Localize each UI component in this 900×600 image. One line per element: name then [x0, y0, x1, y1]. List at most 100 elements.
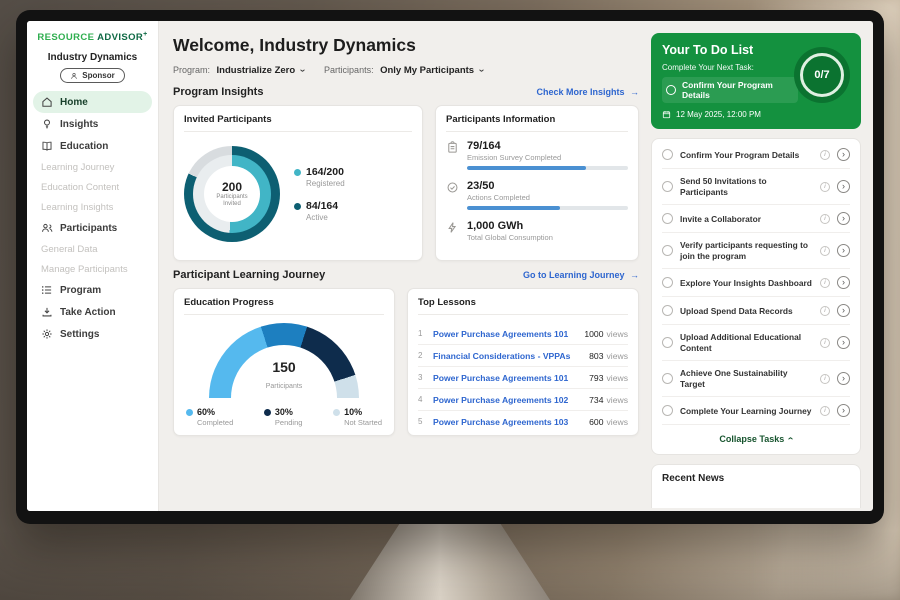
download-icon	[41, 306, 53, 318]
legend-item-pending: 30% Pending	[264, 407, 303, 427]
task-row[interactable]: Invite a Collaborator i ›	[662, 205, 850, 233]
legend-item-active: 84/164 Active	[294, 200, 345, 222]
dashboard-screen: RESOURCE ADVISOR+ Industry Dynamics Spon…	[27, 21, 873, 511]
monitor-bezel: RESOURCE ADVISOR+ Industry Dynamics Spon…	[16, 10, 884, 524]
program-filter[interactable]: Program: Industrialize Zero ›	[173, 65, 304, 76]
sidebar-item-learning-insights[interactable]: Learning Insights	[27, 197, 158, 217]
sidebar-item-education[interactable]: Education	[27, 135, 158, 157]
checkbox-icon[interactable]	[662, 181, 673, 192]
energy-icon	[446, 221, 459, 234]
todo-due-date-label: 12 May 2025, 12:00 PM	[676, 110, 761, 119]
sidebar: RESOURCE ADVISOR+ Industry Dynamics Spon…	[27, 21, 159, 511]
checkbox-icon[interactable]	[662, 277, 673, 288]
info-icon: i	[820, 278, 830, 288]
sidebar-item-program[interactable]: Program	[27, 279, 158, 301]
checkbox-icon[interactable]	[662, 305, 673, 316]
task-row[interactable]: Achieve One Sustainability Target i ›	[662, 361, 850, 397]
participants-filter-value: Only My Participants	[380, 65, 474, 76]
sidebar-item-home[interactable]: Home	[33, 91, 152, 113]
todo-progress-value: 0/7	[800, 53, 844, 97]
sidebar-item-manage-participants[interactable]: Manage Participants	[27, 259, 158, 279]
checkbox-icon[interactable]	[662, 373, 673, 384]
checkbox-icon[interactable]	[662, 245, 673, 256]
chevron-right-icon[interactable]: ›	[837, 180, 850, 193]
calendar-icon	[662, 110, 671, 119]
actions-completed-progressbar	[467, 206, 628, 210]
task-row[interactable]: Send 50 Invitations to Participants i ›	[662, 169, 850, 205]
lesson-link[interactable]: Power Purchase Agreements 102	[433, 395, 579, 405]
lesson-views-value: 734	[589, 395, 603, 405]
education-progress-card: Education Progress 150 Participants 60% …	[173, 288, 395, 436]
sidebar-item-general-data[interactable]: General Data	[27, 239, 158, 259]
task-row[interactable]: Complete Your Learning Journey i ›	[662, 397, 850, 425]
lesson-views-unit: views	[607, 329, 629, 339]
todo-next-task[interactable]: Confirm Your Program Details	[662, 77, 798, 103]
legend-dot	[294, 169, 301, 176]
legend-value: 10%	[344, 407, 362, 417]
legend-value: 164/200	[306, 166, 344, 178]
task-row[interactable]: Explore Your Insights Dashboard i ›	[662, 269, 850, 297]
chevron-right-icon[interactable]: ›	[837, 304, 850, 317]
actions-completed-value: 23/50	[467, 180, 628, 192]
sponsor-badge[interactable]: Sponsor	[60, 68, 124, 83]
sidebar-item-label: Learning Journey	[41, 162, 114, 173]
participants-filter-label: Participants:	[324, 65, 374, 75]
main-column: Welcome, Industry Dynamics Program: Indu…	[173, 33, 639, 511]
lesson-link[interactable]: Power Purchase Agreements 101	[433, 373, 579, 383]
task-row[interactable]: Upload Spend Data Records i ›	[662, 297, 850, 325]
sidebar-nav: Home Insights Education Learning Journey…	[27, 91, 158, 345]
sidebar-item-education-content[interactable]: Education Content	[27, 177, 158, 197]
filter-bar: Program: Industrialize Zero › Participan…	[173, 65, 639, 76]
emission-survey-label: Emission Survey Completed	[467, 153, 628, 162]
lesson-views-unit: views	[607, 373, 629, 383]
task-row[interactable]: Verify participants requesting to join t…	[662, 233, 850, 269]
task-label: Confirm Your Program Details	[680, 150, 813, 161]
sidebar-item-take-action[interactable]: Take Action	[27, 301, 158, 323]
sidebar-item-settings[interactable]: Settings	[27, 323, 158, 345]
task-row[interactable]: Upload Additional Educational Content i …	[662, 325, 850, 361]
chevron-right-icon[interactable]: ›	[837, 336, 850, 349]
lesson-link[interactable]: Power Purchase Agreements 101	[433, 329, 574, 339]
checkbox-icon[interactable]	[662, 337, 673, 348]
sidebar-item-participants[interactable]: Participants	[27, 217, 158, 239]
emission-survey-row: 79/164 Emission Survey Completed	[446, 140, 628, 170]
chevron-right-icon[interactable]: ›	[837, 372, 850, 385]
lesson-link[interactable]: Financial Considerations - VPPAs	[433, 351, 579, 361]
collapse-tasks-button[interactable]: Collapse Tasks ›	[662, 425, 850, 452]
check-more-insights-link[interactable]: Check More Insights →	[536, 87, 639, 97]
chevron-right-icon[interactable]: ›	[837, 244, 850, 257]
education-gauge-chart: 150 Participants	[209, 323, 359, 398]
sidebar-item-learning-journey[interactable]: Learning Journey	[27, 157, 158, 177]
gauge-center-value: 150	[209, 359, 359, 375]
checkbox-icon[interactable]	[662, 213, 673, 224]
checkbox-icon[interactable]	[666, 85, 676, 95]
chevron-right-icon[interactable]: ›	[837, 212, 850, 225]
checkbox-icon[interactable]	[662, 405, 673, 416]
participants-filter[interactable]: Participants: Only My Participants ›	[324, 65, 483, 76]
legend-dot	[264, 409, 271, 416]
person-icon	[70, 72, 78, 80]
lesson-link[interactable]: Power Purchase Agreements 103	[433, 417, 579, 427]
sidebar-item-label: General Data	[41, 244, 98, 255]
checkbox-icon[interactable]	[662, 149, 673, 160]
lesson-row: 5 Power Purchase Agreements 103 600views	[418, 411, 628, 432]
legend-dot	[186, 409, 193, 416]
legend-dot	[294, 203, 301, 210]
chevron-right-icon[interactable]: ›	[837, 148, 850, 161]
lesson-rank: 5	[418, 417, 426, 426]
chevron-right-icon[interactable]: ›	[837, 404, 850, 417]
task-row[interactable]: Confirm Your Program Details i ›	[662, 141, 850, 169]
sidebar-item-insights[interactable]: Insights	[27, 113, 158, 135]
task-label: Upload Spend Data Records	[680, 306, 813, 317]
todo-tasks-card: Confirm Your Program Details i › Send 50…	[651, 138, 861, 455]
invited-participants-card: Invited Participants 200 Participants In…	[173, 105, 423, 261]
sidebar-item-label: Settings	[60, 329, 99, 340]
lesson-views-value: 793	[589, 373, 603, 383]
lesson-views-value: 1000	[584, 329, 603, 339]
sidebar-item-label: Program	[60, 285, 101, 296]
todo-summary-card: Your To Do List Complete Your Next Task:…	[651, 33, 861, 129]
lesson-rank: 3	[418, 373, 426, 382]
chevron-right-icon[interactable]: ›	[837, 276, 850, 289]
go-to-learning-journey-link[interactable]: Go to Learning Journey →	[523, 270, 639, 280]
legend-label: Not Started	[344, 418, 382, 427]
